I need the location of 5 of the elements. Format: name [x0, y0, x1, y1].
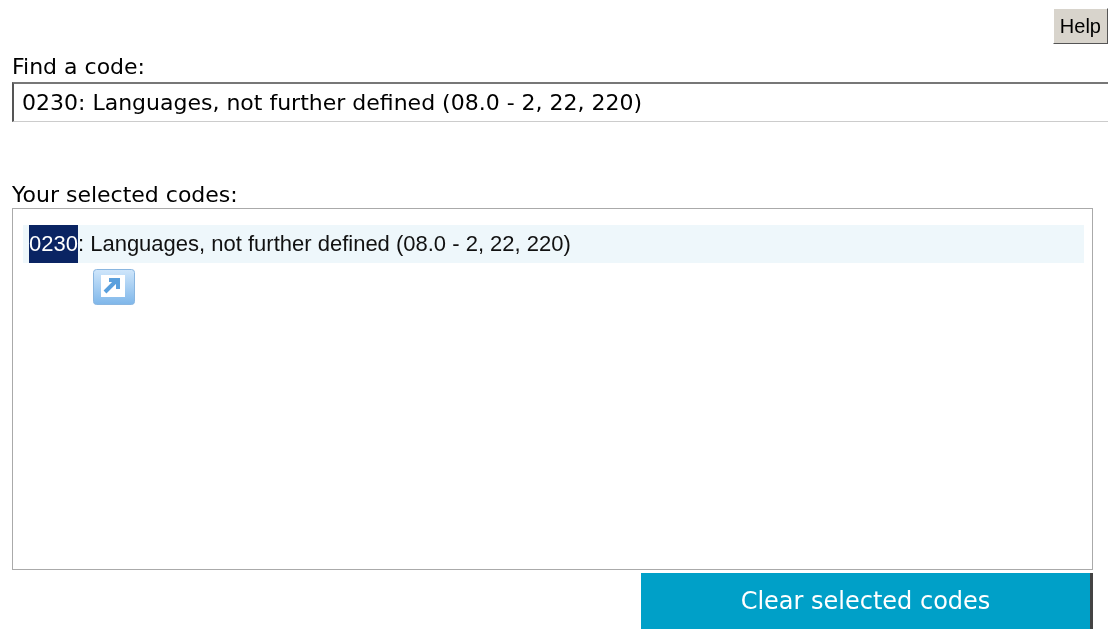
help-button[interactable]: Help: [1052, 8, 1108, 44]
field-label: Find a code:: [12, 53, 146, 81]
field-label: Your selected codes:: [12, 182, 239, 208]
search-field[interactable]: 0230: Languages, not further defined (08.0 - 2, 22, 220): [12, 82, 1108, 122]
list-item[interactable]: 0230: Languages, not further defined (08.0 - 2, 22, 220): [23, 225, 1084, 263]
